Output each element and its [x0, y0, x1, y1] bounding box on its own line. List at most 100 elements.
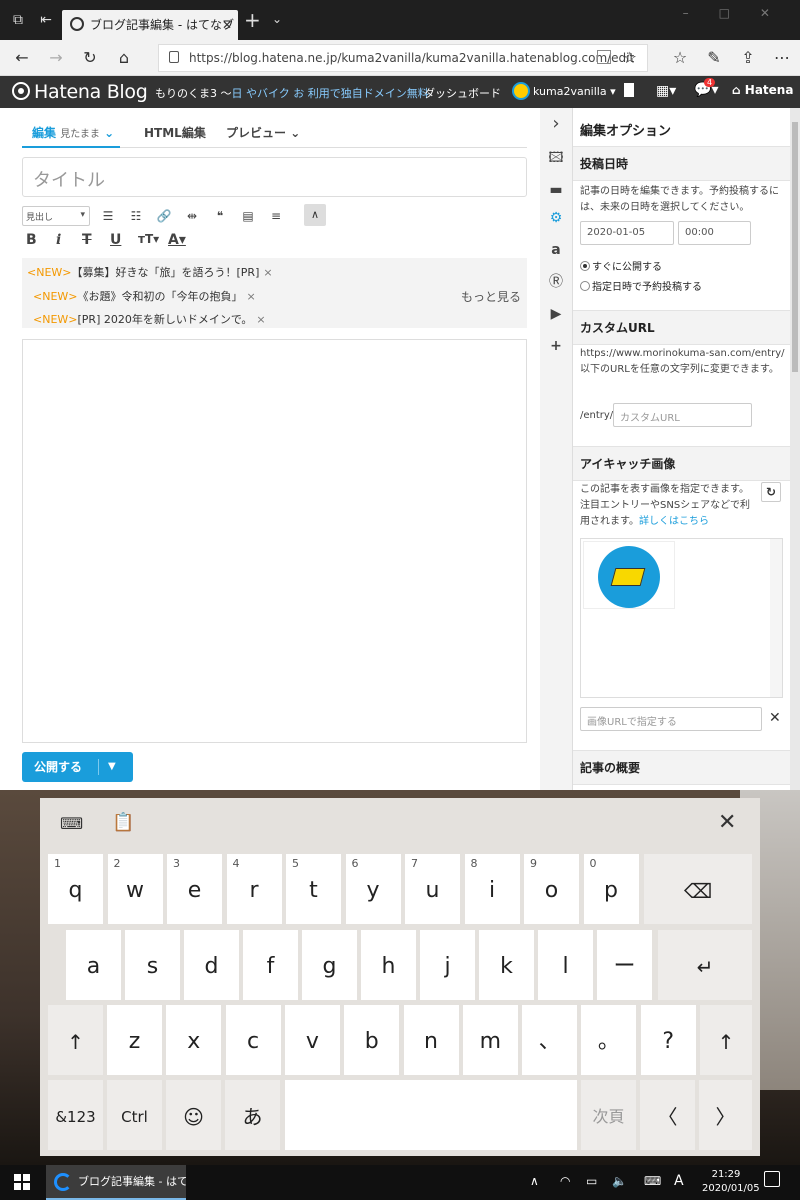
collapse-toolbar-icon[interactable]: ∧: [304, 204, 326, 226]
rakuten-icon[interactable]: Ⓡ: [546, 272, 566, 292]
key-f[interactable]: f: [243, 930, 298, 1000]
shift-key-right[interactable]: ↑: [700, 1005, 752, 1075]
tab-aside-icon[interactable]: ⇤: [36, 10, 56, 30]
amazon-icon[interactable]: a: [546, 240, 566, 260]
tab-wysiwyg[interactable]: 編集 見たまま ⌄: [22, 124, 120, 148]
news-item[interactable]: <NEW>[PR] 2020年を新しいドメインで。 ×: [33, 311, 266, 327]
custom-url-input[interactable]: カスタムURL: [613, 403, 752, 427]
next-page-key[interactable]: 次頁: [581, 1080, 636, 1150]
more-link[interactable]: もっと見る: [461, 288, 521, 305]
key-y[interactable]: 6y: [345, 854, 401, 924]
key-j[interactable]: j: [420, 930, 475, 1000]
battery-icon[interactable]: ▭: [586, 1174, 597, 1188]
window-controls[interactable]: –□✕: [683, 6, 800, 20]
strikethrough-icon[interactable]: T: [82, 232, 92, 248]
more-break-icon[interactable]: ⇹: [182, 206, 202, 226]
home-icon[interactable]: ⌂: [114, 48, 134, 68]
key-p[interactable]: 0p: [583, 854, 639, 924]
key-row3-7[interactable]: 、: [522, 1005, 578, 1075]
key-row3-4[interactable]: b: [344, 1005, 400, 1075]
text-color-icon[interactable]: A▾: [168, 232, 186, 248]
kana-key[interactable]: あ: [225, 1080, 280, 1150]
close-icon[interactable]: ✕: [769, 710, 781, 726]
close-keyboard-icon[interactable]: ✕: [718, 810, 736, 835]
gear-icon[interactable]: ⚙: [546, 208, 566, 228]
eyecatch-thumbnail[interactable]: [583, 541, 675, 609]
chevron-down-icon[interactable]: ▼: [108, 752, 116, 782]
italic-icon[interactable]: i: [56, 232, 61, 248]
key-row3-0[interactable]: z: [107, 1005, 162, 1075]
youtube-icon[interactable]: ▶: [546, 304, 566, 324]
eyecatch-image-list[interactable]: [580, 538, 783, 698]
touch-keyboard-icon[interactable]: ⌨: [644, 1174, 661, 1188]
key-d[interactable]: d: [184, 930, 239, 1000]
radio-publish-now[interactable]: すぐに公開する: [580, 258, 662, 273]
publish-button[interactable]: 公開する ▼: [22, 752, 133, 782]
url-field[interactable]: https://blog.hatena.ne.jp/kuma2vanilla/k…: [158, 44, 648, 72]
font-size-icon[interactable]: тT▾: [138, 232, 159, 246]
tab-actions-icon[interactable]: ⧉: [8, 10, 28, 30]
right-arrow-key[interactable]: 〉: [699, 1080, 752, 1150]
toc-icon[interactable]: ≡: [266, 206, 286, 226]
key-g[interactable]: g: [302, 930, 357, 1000]
favorites-list-icon[interactable]: ☆: [670, 48, 690, 68]
windows-start-icon[interactable]: [14, 1174, 30, 1190]
key-s[interactable]: s: [125, 930, 180, 1000]
taskbar-edge-item[interactable]: ブログ記事編集 - はて...: [46, 1165, 186, 1200]
tab-preview[interactable]: プレビュー ⌄: [226, 124, 300, 148]
photo-icon[interactable]: 🖾: [546, 148, 566, 168]
dashboard-link[interactable]: ダッシュボード: [424, 85, 501, 101]
title-input[interactable]: タイトル: [22, 157, 527, 197]
refresh-icon[interactable]: ↻: [80, 48, 100, 68]
details-link[interactable]: 詳しくはこちら: [639, 516, 709, 527]
symbols-key[interactable]: &123: [48, 1080, 103, 1150]
panel-scrollbar[interactable]: [790, 108, 800, 790]
ime-indicator[interactable]: A: [674, 1173, 684, 1189]
scrollbar-thumb[interactable]: [792, 122, 798, 372]
action-center-icon[interactable]: [764, 1171, 780, 1187]
pen-icon[interactable]: ✎: [704, 48, 724, 68]
heading-select[interactable]: 見出し ▾: [22, 206, 90, 226]
notification-icon[interactable]: 💬 4 ▾: [694, 78, 718, 98]
key-row3-8[interactable]: 。: [581, 1005, 637, 1075]
news-item[interactable]: <NEW>《お題》令和初の「今年の抱負」 ×: [33, 288, 256, 304]
more-menu-icon[interactable]: ⋯: [772, 48, 792, 68]
user-menu[interactable]: kuma2vanilla ▾: [512, 82, 616, 100]
table-icon[interactable]: ▤: [238, 206, 258, 226]
link-icon[interactable]: 🔗: [154, 206, 174, 226]
share-icon[interactable]: ⇪: [738, 48, 758, 68]
body-editor[interactable]: [22, 339, 527, 743]
volume-icon[interactable]: 🔈: [612, 1174, 627, 1188]
enter-key[interactable]: ↵: [658, 930, 752, 1000]
refresh-icon[interactable]: ↻: [761, 482, 781, 502]
browser-tab[interactable]: ブログ記事編集 - はてなブ ✕: [62, 10, 238, 40]
plus-icon[interactable]: +: [546, 336, 566, 356]
tab-html[interactable]: HTML編集: [144, 124, 206, 148]
key-q[interactable]: 1q: [48, 854, 103, 924]
key-i[interactable]: 8i: [464, 854, 520, 924]
numbered-list-icon[interactable]: ☷: [126, 206, 146, 226]
key-row3-5[interactable]: n: [403, 1005, 459, 1075]
date-field[interactable]: 2020-01-05: [580, 221, 674, 245]
close-tab-icon[interactable]: ✕: [222, 10, 232, 40]
key-h[interactable]: h: [361, 930, 416, 1000]
left-arrow-key[interactable]: 〈: [640, 1080, 695, 1150]
collapse-panel-icon[interactable]: ›: [546, 114, 566, 134]
clipboard-icon[interactable]: 📋: [112, 812, 134, 833]
hatena-brand[interactable]: ⌂ Hatena: [732, 83, 793, 97]
hatena-blog-logo[interactable]: Hatena Blog: [12, 81, 148, 103]
key-ー[interactable]: ー: [597, 930, 652, 1000]
blog-name[interactable]: もりのくま3 〜日 やバイク お 利用で独自ドメイン無料: [155, 85, 429, 101]
favorite-star-icon[interactable]: ☆: [623, 45, 637, 71]
wifi-icon[interactable]: ◠: [560, 1174, 570, 1188]
bookmark-icon[interactable]: [624, 83, 634, 97]
key-row3-2[interactable]: c: [225, 1005, 281, 1075]
underline-icon[interactable]: U: [110, 232, 121, 248]
tray-chevron-icon[interactable]: ∧: [530, 1174, 539, 1188]
tab-list-chevron-icon[interactable]: ⌄: [272, 12, 282, 26]
key-o[interactable]: 9o: [524, 854, 579, 924]
time-field[interactable]: 00:00: [678, 221, 751, 245]
image-url-input[interactable]: 画像URLで指定する: [580, 707, 762, 731]
folder-icon[interactable]: ▬: [546, 180, 566, 200]
key-row3-3[interactable]: v: [284, 1005, 340, 1075]
